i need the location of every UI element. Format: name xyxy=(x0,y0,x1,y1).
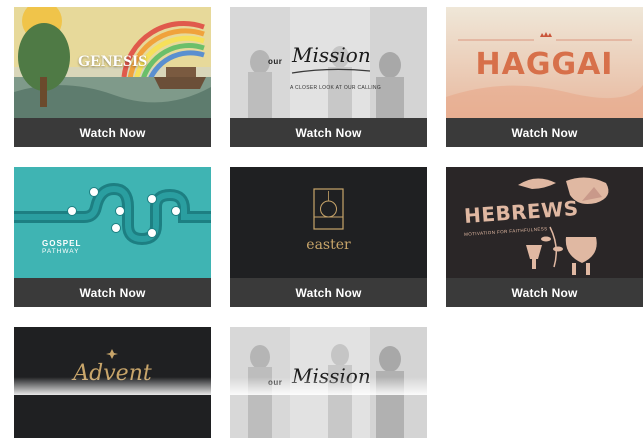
series-title: Advent xyxy=(73,361,152,386)
series-title-prefix: our xyxy=(268,57,283,66)
series-title: HAGGAI xyxy=(475,47,614,82)
series-card-hebrews[interactable]: HEBREWS MOTIVATION FOR FAITHFULNESS Watc… xyxy=(446,167,643,307)
thumbnail-genesis[interactable]: GENESIS xyxy=(14,7,211,118)
series-title: easter xyxy=(306,237,351,253)
thumbnail-our-mission-2[interactable]: our Mission xyxy=(230,327,427,438)
thumbnail-our-mission[interactable]: our Mission A CLOSER LOOK AT OUR CALLING xyxy=(230,7,427,118)
series-card-our-mission[interactable]: our Mission A CLOSER LOOK AT OUR CALLING… xyxy=(230,7,427,147)
thumbnail-advent[interactable]: Advent xyxy=(14,327,211,438)
series-card-our-mission-2[interactable]: our Mission xyxy=(230,327,427,438)
watch-now-button[interactable]: Watch Now xyxy=(230,118,427,147)
easter-artwork xyxy=(230,167,427,278)
thumbnail-gospel-pathway[interactable]: GOSPEL PATHWAY xyxy=(14,167,211,278)
watch-now-button[interactable]: Watch Now xyxy=(446,118,643,147)
series-subtitle: PATHWAY xyxy=(42,248,80,255)
thumbnail-hebrews[interactable]: HEBREWS MOTIVATION FOR FAITHFULNESS xyxy=(446,167,643,278)
series-grid: GENESIS Watch Now our Mission A CLOSER L… xyxy=(0,0,644,438)
series-card-genesis[interactable]: GENESIS Watch Now xyxy=(14,7,211,147)
gospel-pathway-artwork xyxy=(14,167,211,278)
series-title: GENESIS xyxy=(77,53,148,70)
series-card-easter[interactable]: easter Watch Now xyxy=(230,167,427,307)
watch-now-button[interactable]: Watch Now xyxy=(14,278,211,307)
series-title: GOSPEL xyxy=(42,239,82,248)
watch-now-button[interactable]: Watch Now xyxy=(14,118,211,147)
series-card-advent[interactable]: Advent xyxy=(14,327,211,438)
series-card-haggai[interactable]: HAGGAI Watch Now xyxy=(446,7,643,147)
series-title: Mission xyxy=(292,364,371,388)
watch-now-button[interactable]: Watch Now xyxy=(446,278,643,307)
thumbnail-easter[interactable]: easter xyxy=(230,167,427,278)
series-subtitle: A CLOSER LOOK AT OUR CALLING xyxy=(290,85,382,91)
watch-now-button[interactable]: Watch Now xyxy=(230,278,427,307)
series-title: Mission xyxy=(292,43,371,67)
series-card-gospel-pathway[interactable]: GOSPEL PATHWAY Watch Now xyxy=(14,167,211,307)
series-title-prefix: our xyxy=(268,378,283,387)
thumbnail-haggai[interactable]: HAGGAI xyxy=(446,7,643,118)
